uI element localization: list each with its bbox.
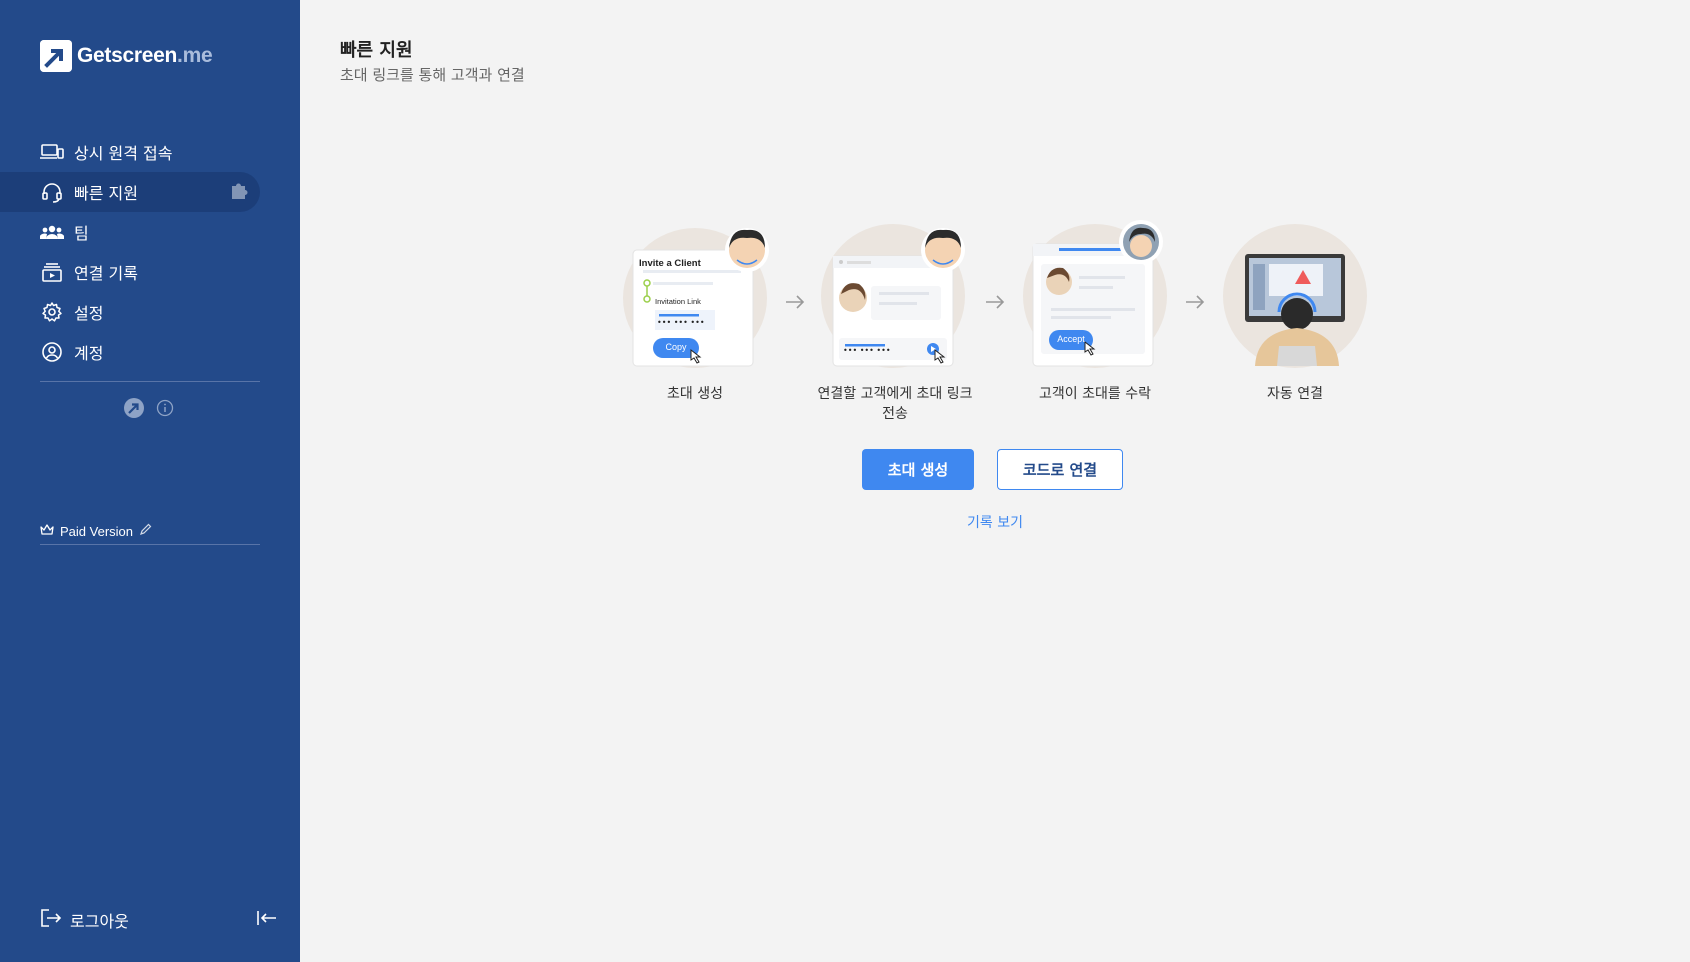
logo-icon [40, 40, 72, 72]
logo-text-main: Getscreen [77, 44, 178, 67]
step-auto-connect: 자동 연결 [1210, 220, 1380, 404]
step-send-invite: ••• ••• ••• 연결할 고객에게 초대 링크 전송 [810, 220, 980, 424]
logout-icon [40, 908, 62, 932]
paid-version-label: Paid Version [60, 523, 133, 539]
step-label: 초대 생성 [667, 386, 723, 402]
main-content: 빠른 지원 초대 링크를 통해 고객과 연결 Invite a Client I… [300, 0, 1690, 962]
sidebar-item-settings[interactable]: 설정 [0, 292, 260, 332]
arrow-right-icon [1186, 295, 1205, 309]
sidebar-nav: 상시 원격 접속 빠른 지원 팀 연결 기록 설정 계정 [0, 132, 260, 372]
account-icon [40, 340, 64, 364]
sidebar-item-label: 계정 [74, 344, 104, 363]
send-invite-illustration: ••• ••• ••• [815, 220, 975, 370]
page-title: 빠른 지원 [340, 40, 413, 61]
sidebar-item-label: 상시 원격 접속 [74, 144, 173, 163]
invite-link-dots: ••• ••• ••• [657, 318, 705, 327]
gear-icon [40, 300, 64, 324]
logout-button[interactable]: 로그아웃 [40, 908, 129, 932]
auto-connect-illustration [1215, 220, 1375, 370]
steps-flow: Invite a Client Invitation Link ••• ••• … [610, 220, 1367, 430]
sidebar-mini-icons [124, 398, 174, 422]
accept-button-illustration: Accept [1057, 334, 1085, 344]
logout-label: 로그아웃 [70, 912, 129, 931]
sidebar-item-remote-access[interactable]: 상시 원격 접속 [0, 132, 260, 172]
devices-icon [40, 140, 64, 164]
sidebar-item-label: 빠른 지원 [74, 184, 138, 203]
pencil-icon[interactable] [139, 523, 152, 539]
puzzle-icon[interactable] [228, 180, 250, 206]
send-link-dots: ••• ••• ••• [843, 346, 891, 355]
sidebar-divider [40, 381, 260, 382]
info-icon[interactable] [156, 399, 174, 421]
logo-text-suffix: .me [177, 44, 213, 67]
step-label: 연결할 고객에게 초대 링크 전송 [817, 386, 973, 422]
team-icon [40, 220, 64, 244]
sidebar-item-history[interactable]: 연결 기록 [0, 252, 260, 292]
create-invite-button[interactable]: 초대 생성 [862, 449, 974, 490]
sidebar-item-team[interactable]: 팀 [0, 212, 260, 252]
client-accepts-illustration: Accept [1015, 220, 1175, 370]
sidebar-item-account[interactable]: 계정 [0, 332, 260, 372]
paid-version[interactable]: Paid Version [40, 518, 260, 545]
sidebar-item-label: 설정 [74, 304, 104, 323]
logo-text: Getscreen.me [77, 44, 213, 68]
headset-icon [40, 180, 64, 204]
sidebar-item-label: 팀 [74, 224, 89, 243]
sidebar-item-label: 연결 기록 [74, 264, 138, 283]
logo[interactable]: Getscreen.me [40, 40, 213, 72]
copy-button-illustration: Copy [665, 342, 687, 352]
step-label: 고객이 초대를 수락 [1039, 386, 1151, 402]
history-icon [40, 260, 64, 284]
crown-icon [40, 523, 54, 539]
app-logo-round-icon[interactable] [124, 398, 144, 422]
page-subtitle: 초대 링크를 통해 고객과 연결 [340, 66, 525, 84]
step-create-invite: Invite a Client Invitation Link ••• ••• … [610, 220, 780, 404]
connect-by-code-button[interactable]: 코드로 연결 [997, 449, 1123, 490]
step-client-accepts: Accept 고객이 초대를 수락 [1010, 220, 1180, 404]
sidebar-item-quick-support[interactable]: 빠른 지원 [0, 172, 260, 212]
invite-card-title: Invite a Client [639, 258, 701, 269]
invitation-link-label: Invitation Link [655, 297, 701, 306]
arrow-right-icon [986, 295, 1005, 309]
collapse-sidebar-icon[interactable] [256, 910, 278, 930]
view-history-link[interactable]: 기록 보기 [967, 512, 1023, 532]
step-label: 자동 연결 [1267, 386, 1323, 402]
sidebar: Getscreen.me 상시 원격 접속 빠른 지원 팀 연결 기록 설정 계… [0, 0, 300, 962]
arrow-right-icon [786, 295, 805, 309]
create-invite-illustration: Invite a Client Invitation Link ••• ••• … [615, 220, 775, 370]
